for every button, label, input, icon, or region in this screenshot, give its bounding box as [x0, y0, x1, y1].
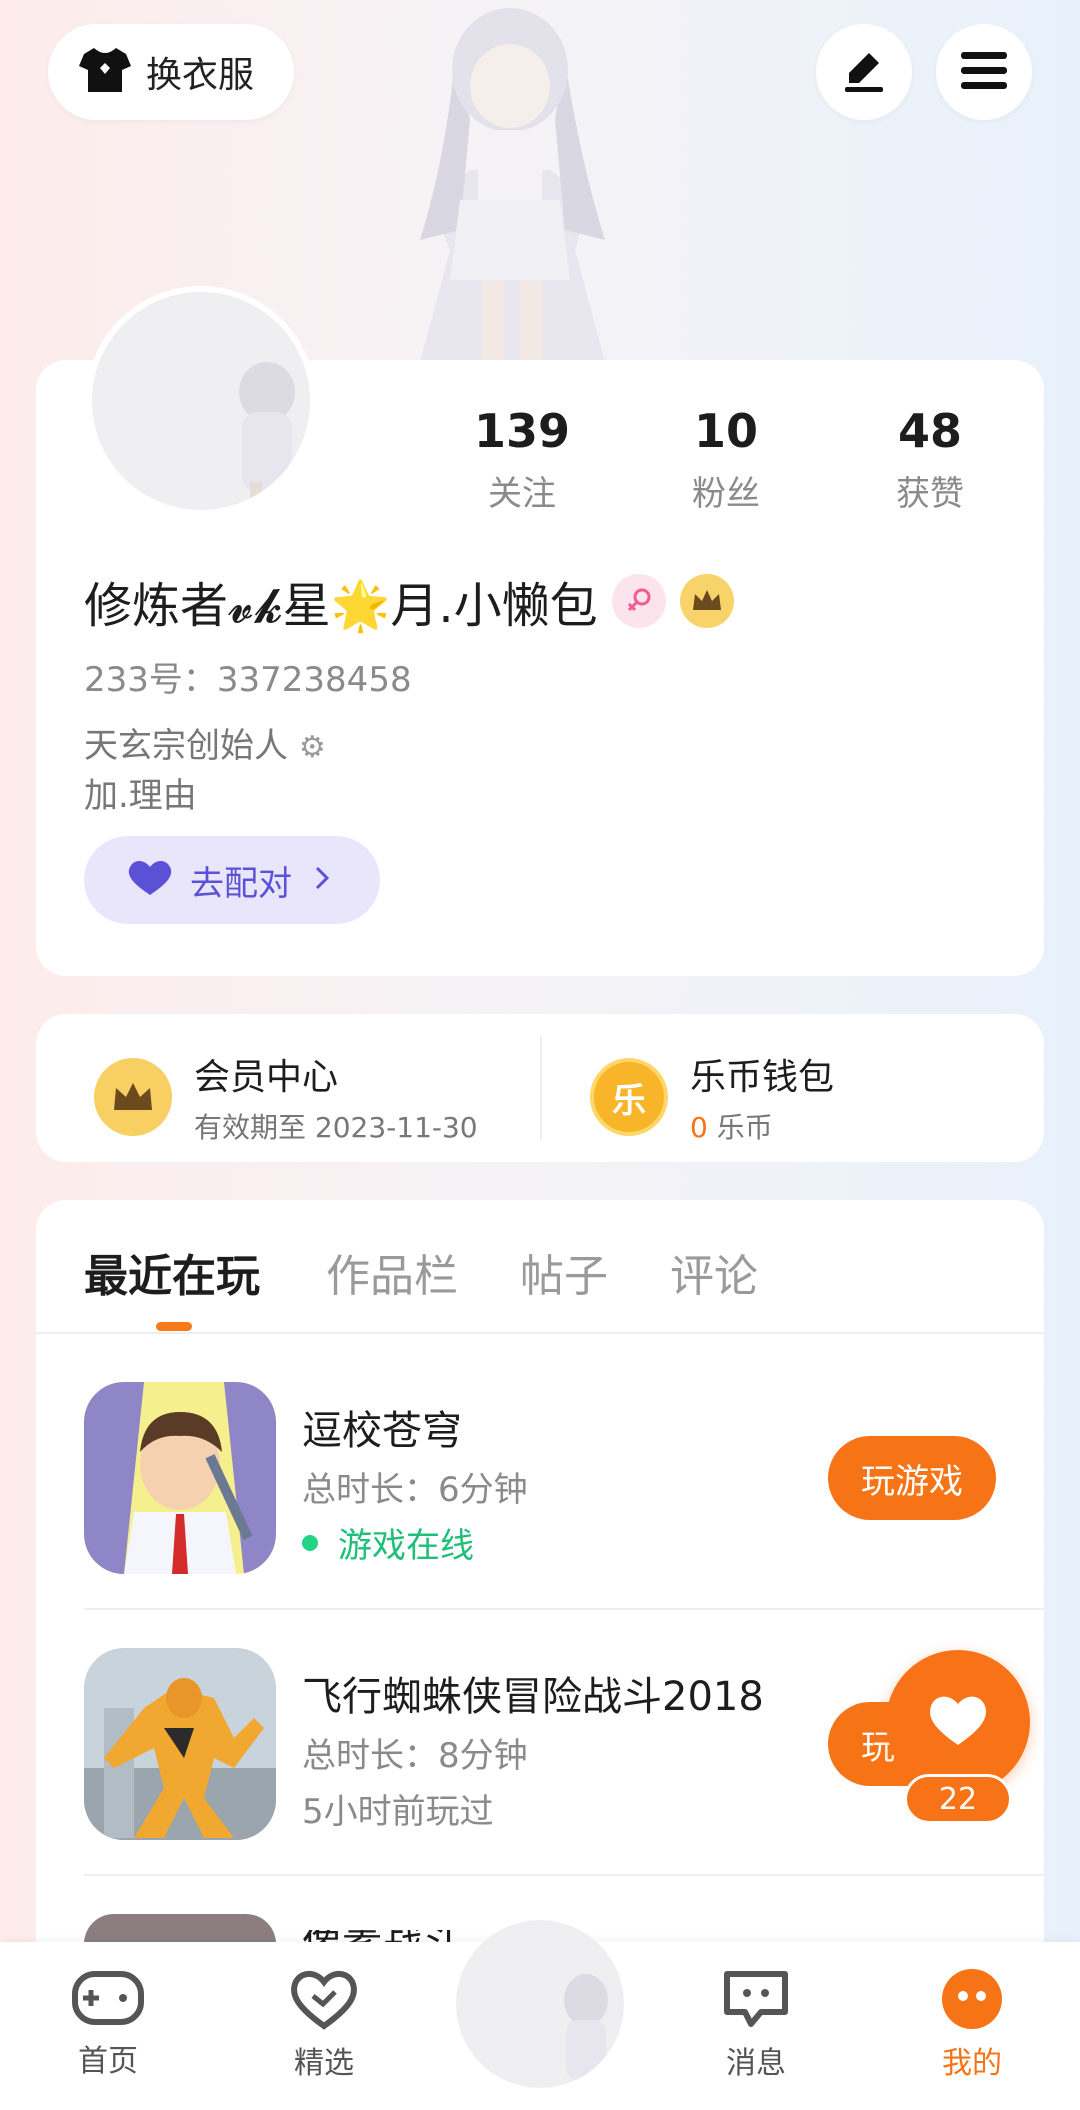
crown-icon [94, 1058, 172, 1136]
vip-center-title: 会员中心 [194, 1057, 339, 1098]
nav-messages-label: 消息 [726, 2046, 786, 2081]
menu-button[interactable] [936, 24, 1032, 120]
nav-featured-label: 精选 [294, 2046, 354, 2081]
tab-divider [36, 1332, 1044, 1334]
chat-bubble-icon [721, 1971, 791, 2034]
gear-icon: ⚙ [298, 730, 326, 765]
game-duration: 总时长：8分钟 [302, 1736, 528, 1776]
gamepad-icon [71, 1971, 145, 2032]
match-button[interactable]: 去配对 [84, 836, 380, 924]
tab-posts[interactable]: 帖子 [520, 1240, 608, 1304]
game-duration: 总时长：6分钟 [302, 1470, 528, 1510]
vip-expiry: 有效期至 2023-11-30 [194, 1111, 478, 1144]
change-outfit-label: 换衣服 [146, 55, 255, 96]
play-game-button[interactable]: 玩游戏 [828, 1436, 996, 1520]
bio-line-2: 加.理由 [84, 776, 197, 816]
user-avatar[interactable] [86, 286, 316, 516]
member-divider [540, 1036, 542, 1140]
purple-heart-icon [126, 859, 174, 901]
stat-following-value: 139 [473, 404, 571, 458]
tab-indicator [156, 1322, 192, 1331]
pencil-icon [841, 47, 887, 97]
nav-home-label: 首页 [78, 2044, 138, 2079]
game-title[interactable]: 飞行蜘蛛侠冒险战斗2018 [302, 1664, 764, 1722]
like-button[interactable] [886, 1650, 1030, 1794]
coin-icon: 乐 [590, 1058, 668, 1136]
stat-fans[interactable]: 10 粉丝 [626, 404, 826, 515]
game-title[interactable]: 逗校苍穹 [302, 1398, 462, 1456]
nav-home[interactable]: 首页 [38, 1968, 178, 2080]
row-divider [84, 1608, 1044, 1610]
nickname-row: 修炼者𝓿𝓴星🌟月.小懒包 [84, 566, 734, 636]
coin-icon-char: 乐 [612, 1080, 646, 1121]
game-icon[interactable] [84, 1648, 276, 1840]
like-count: 22 [904, 1774, 1012, 1824]
online-dot-icon [302, 1534, 318, 1551]
shirt-icon [78, 46, 132, 98]
tab-recent-played[interactable]: 最近在玩 [84, 1240, 260, 1304]
last-played: 5小时前玩过 [302, 1792, 494, 1832]
chevron-right-icon [314, 865, 330, 895]
female-icon [611, 574, 666, 628]
nav-featured[interactable]: 精选 [254, 1968, 394, 2082]
stat-following[interactable]: 139 关注 [422, 404, 622, 515]
match-label: 去配对 [190, 863, 292, 904]
game-icon[interactable] [84, 1382, 276, 1574]
heart-icon [927, 1693, 989, 1751]
wallet-unit: 乐币 [707, 1111, 773, 1144]
change-outfit-button[interactable]: 换衣服 [48, 24, 294, 120]
hamburger-menu-icon [961, 50, 1007, 94]
game-icon[interactable] [84, 1914, 276, 1944]
vip-center-entry[interactable]: 会员中心 有效期至 2023-11-30 [94, 1048, 478, 1146]
tab-comments[interactable]: 评论 [670, 1240, 758, 1304]
wallet-amount: 0 [690, 1111, 708, 1144]
stat-fans-label: 粉丝 [692, 474, 760, 514]
bio-line-1-text: 天玄宗创始人 [84, 726, 288, 766]
stat-likes[interactable]: 48 获赞 [830, 404, 1030, 515]
nickname: 修炼者𝓿𝓴星🌟月.小懒包 [84, 578, 598, 634]
stat-likes-value: 48 [897, 404, 962, 458]
game-online-status: 游戏在线 [302, 1518, 474, 1567]
game-title[interactable]: 像素战斗 [302, 1930, 462, 1942]
character-avatar-figure[interactable] [360, 0, 660, 362]
heart-check-icon [289, 1971, 359, 2034]
wallet-entry[interactable]: 乐 乐币钱包 0 乐币 [590, 1048, 834, 1146]
smiley-icon [939, 1969, 1005, 2034]
row-divider [84, 1874, 1044, 1876]
stat-fans-value: 10 [693, 404, 758, 458]
wallet-title: 乐币钱包 [690, 1057, 835, 1098]
tab-works[interactable]: 作品栏 [326, 1240, 458, 1304]
edit-profile-button[interactable] [816, 24, 912, 120]
crown-icon[interactable] [679, 574, 734, 628]
nav-me[interactable]: 我的 [902, 1968, 1042, 2082]
wallet-balance: 0 乐币 [690, 1106, 834, 1146]
stat-following-label: 关注 [488, 474, 556, 514]
user-id: 233号：337238458 [84, 660, 412, 700]
online-status-text: 游戏在线 [338, 1526, 474, 1566]
nav-messages[interactable]: 消息 [686, 1968, 826, 2082]
bio-line-1: 天玄宗创始人 ⚙ [84, 718, 326, 767]
nav-avatar[interactable] [456, 1920, 624, 2088]
stat-likes-label: 获赞 [896, 474, 964, 514]
nav-me-label: 我的 [942, 2046, 1002, 2081]
